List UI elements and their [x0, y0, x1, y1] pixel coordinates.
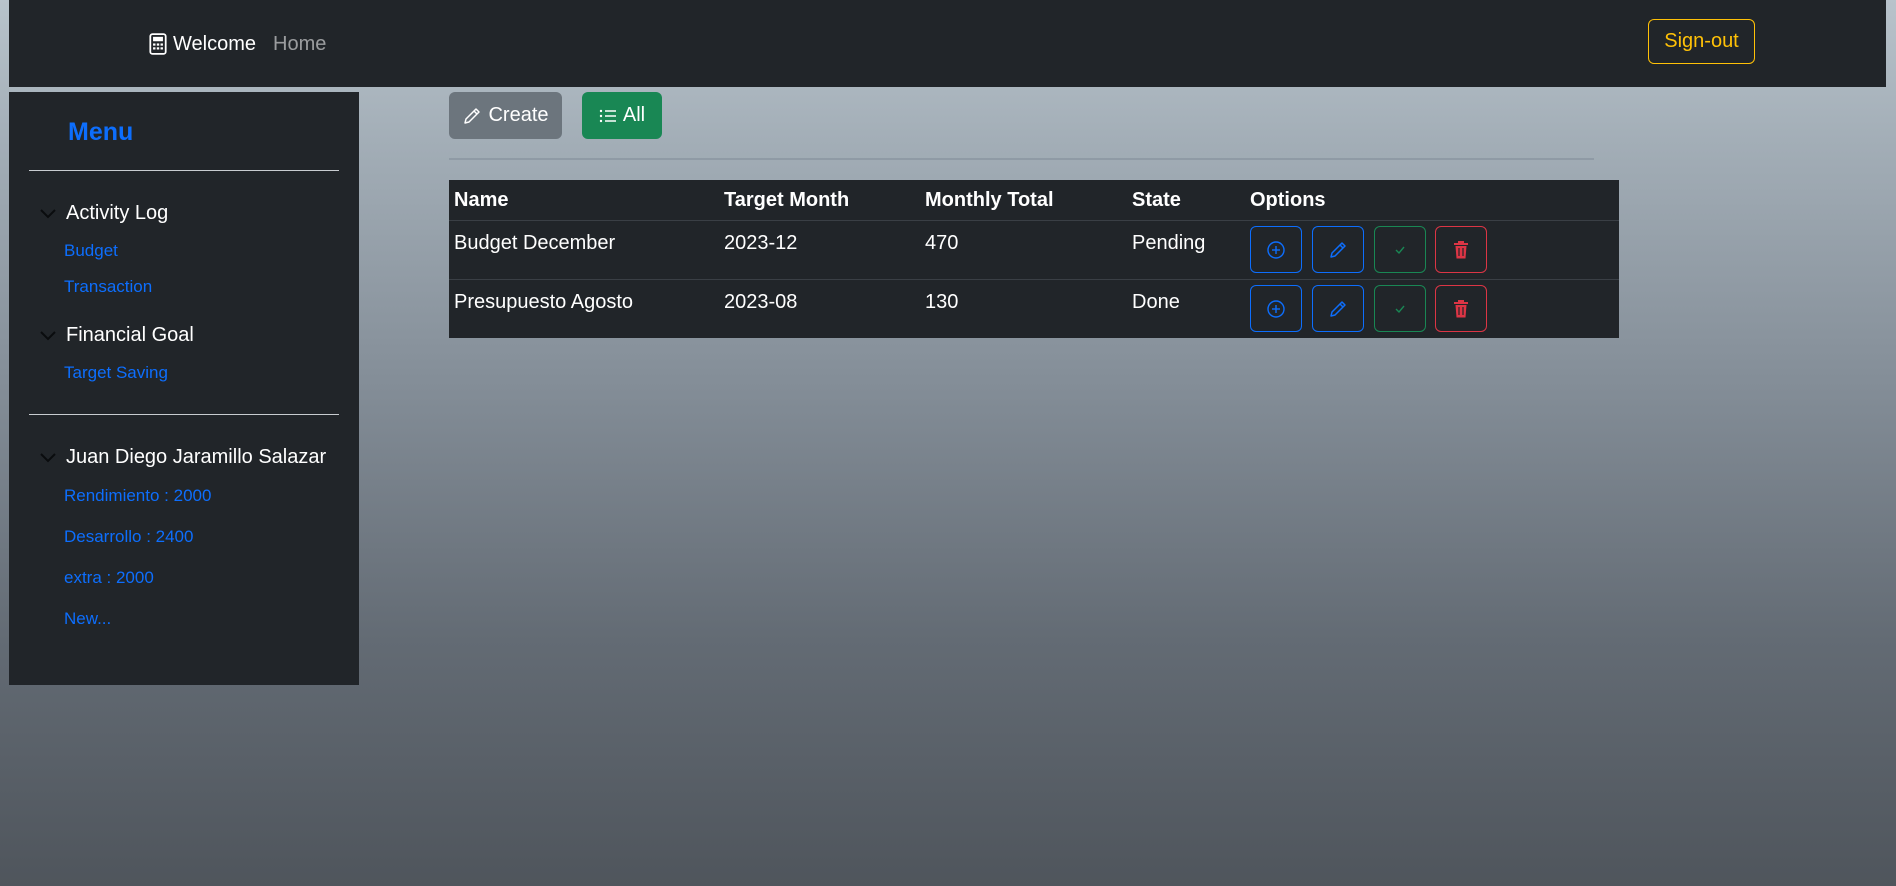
- add-button[interactable]: [1250, 285, 1302, 332]
- edit-button[interactable]: [1312, 285, 1364, 332]
- trash-icon: [1454, 299, 1468, 317]
- check-icon: [1395, 246, 1405, 254]
- sidebar-group-activity-log[interactable]: Activity Log: [38, 199, 168, 227]
- sidebar-group-user[interactable]: Juan Diego Jaramillo Salazar: [38, 443, 326, 471]
- plus-circle-icon: [1267, 299, 1285, 318]
- cell-name: Budget December: [454, 232, 616, 254]
- sidebar-group-label: Financial Goal: [66, 324, 194, 346]
- sidebar-group-financial-goal[interactable]: Financial Goal: [38, 321, 194, 349]
- sidebar-item-budget[interactable]: Budget: [64, 239, 118, 263]
- chevron-down-icon: [40, 453, 56, 463]
- column-header-state: State: [1132, 189, 1181, 211]
- chevron-down-icon: [40, 209, 56, 219]
- plus-circle-icon: [1267, 240, 1285, 259]
- table-row: Budget December 2023-12 470 Pending: [449, 220, 1619, 279]
- cell-state: Pending: [1132, 232, 1206, 254]
- sidebar-item-income[interactable]: Rendimiento : 2000: [64, 484, 211, 508]
- sidebar-item-income[interactable]: Desarrollo : 2400: [64, 525, 193, 549]
- all-label: All: [622, 104, 646, 126]
- column-header-options: Options: [1250, 189, 1326, 211]
- sidebar-group-label: Activity Log: [66, 202, 169, 224]
- sidebar-item-new[interactable]: New...: [64, 607, 111, 631]
- list-icon: [599, 109, 616, 122]
- budget-table: Name Target Month Monthly Total State Op…: [449, 180, 1619, 338]
- brand-label: Welcome: [173, 33, 256, 55]
- table-row: Presupuesto Agosto 2023-08 130 Done: [449, 279, 1619, 338]
- column-header-target-month: Target Month: [724, 189, 850, 211]
- pencil-icon: [1330, 241, 1346, 258]
- sidebar-item-target-saving[interactable]: Target Saving: [64, 361, 168, 385]
- brand-link[interactable]: Welcome: [149, 30, 256, 58]
- column-header-monthly-total: Monthly Total: [925, 189, 1054, 211]
- sidebar-divider: [29, 414, 339, 415]
- cell-target-month: 2023-12: [724, 232, 798, 254]
- add-button[interactable]: [1250, 226, 1302, 273]
- pencil-icon: [464, 107, 481, 124]
- cell-state: Done: [1132, 291, 1180, 313]
- delete-button[interactable]: [1435, 285, 1487, 332]
- sidebar-divider: [29, 170, 339, 171]
- delete-button[interactable]: [1435, 226, 1487, 273]
- sidebar-group-label: Juan Diego Jaramillo Salazar: [66, 446, 327, 468]
- main-divider: [449, 158, 1594, 160]
- nav-home-link[interactable]: Home: [273, 30, 326, 58]
- all-button[interactable]: All: [582, 92, 662, 139]
- calculator-icon: [149, 33, 167, 55]
- chevron-down-icon: [40, 331, 56, 341]
- create-label: Create: [488, 104, 549, 126]
- signout-button[interactable]: Sign-out: [1648, 19, 1755, 64]
- complete-button[interactable]: [1374, 226, 1426, 273]
- trash-icon: [1454, 240, 1468, 258]
- column-header-name: Name: [454, 189, 509, 211]
- complete-button[interactable]: [1374, 285, 1426, 332]
- pencil-icon: [1330, 300, 1346, 317]
- create-button[interactable]: Create: [449, 92, 562, 139]
- cell-name: Presupuesto Agosto: [454, 291, 634, 313]
- sidebar-title: Menu: [68, 118, 134, 146]
- cell-monthly-total: 130: [925, 291, 959, 313]
- cell-target-month: 2023-08: [724, 291, 798, 313]
- edit-button[interactable]: [1312, 226, 1364, 273]
- table-header-row: Name Target Month Monthly Total State Op…: [449, 180, 1619, 220]
- sidebar: [9, 92, 359, 685]
- cell-monthly-total: 470: [925, 232, 959, 254]
- sidebar-item-transaction[interactable]: Transaction: [64, 275, 152, 299]
- sidebar-item-income[interactable]: extra : 2000: [64, 566, 154, 590]
- top-navbar: Welcome Home Sign-out: [9, 0, 1886, 87]
- check-icon: [1395, 305, 1405, 313]
